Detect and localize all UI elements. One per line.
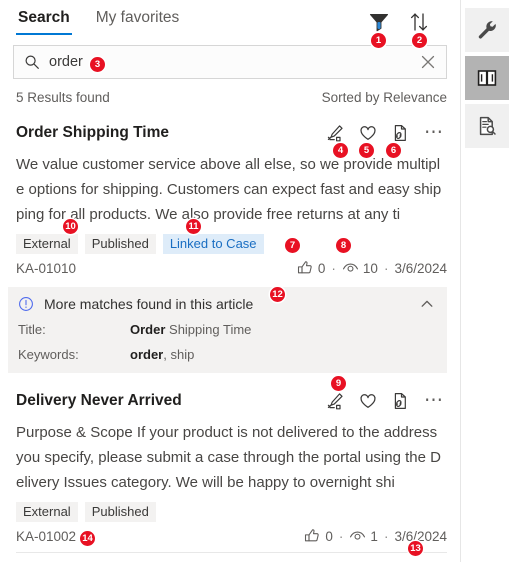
article-card: Delivery Never Arrived ⋯ Purpose & Scope… [0, 387, 460, 544]
article-snippet: We value customer service above all else… [16, 156, 442, 223]
match-label: Title: [18, 322, 46, 337]
rail-knowledge[interactable] [464, 56, 509, 100]
filter-icon[interactable] [367, 10, 391, 34]
tag-linked-to-case: Linked to Case [162, 234, 264, 254]
more-matches-title: More matches found in this article [44, 296, 254, 312]
views-count: 10 [362, 260, 378, 276]
annotation-badge-7: 7 [285, 238, 300, 253]
match-rest: Shipping Time [165, 322, 252, 337]
chevron-up-icon[interactable] [419, 296, 435, 312]
annotation-badge-2: 2 [412, 33, 427, 48]
more-matches-header[interactable]: More matches found in this article [18, 296, 435, 312]
search-results-pane: Search My favorites order 5 Results foun… [0, 0, 460, 562]
copy-link-icon[interactable] [390, 123, 410, 143]
tag-published: Published [84, 502, 156, 522]
thumbs-up-icon [297, 260, 314, 276]
annotation-badge-13: 13 [408, 541, 423, 556]
article-date: 3/6/2024 [394, 260, 447, 276]
heart-icon[interactable] [358, 123, 378, 143]
close-icon[interactable] [418, 52, 438, 72]
annotation-badge-8: 8 [336, 238, 351, 253]
views-count: 1 [370, 528, 378, 544]
match-value: Order Shipping Time [130, 322, 251, 337]
results-summary: 5 Results found Sorted by Relevance [16, 90, 447, 105]
article-tags: External Published [16, 502, 447, 522]
link-article-icon[interactable] [326, 391, 346, 411]
tag-external: External [16, 234, 78, 254]
stat-separator: · [338, 528, 344, 544]
tab-my-favorites[interactable]: My favorites [94, 0, 182, 35]
annotation-badge-9: 9 [331, 376, 346, 391]
sort-label[interactable]: Sorted by Relevance [322, 90, 447, 105]
rail-search-docs[interactable] [464, 104, 509, 148]
views-icon [342, 260, 359, 276]
search-icon [24, 54, 40, 70]
article-actions: ⋯ [326, 391, 447, 411]
stat-separator: · [331, 260, 336, 276]
match-highlight: order [130, 347, 164, 362]
article-id[interactable]: KA-01002 [16, 529, 76, 544]
article-stats: 0 · 10 · 3/6/2024 [297, 260, 447, 276]
results-count: 5 Results found [16, 90, 110, 105]
link-article-icon[interactable] [326, 123, 346, 143]
tab-search[interactable]: Search [16, 0, 72, 35]
knowledge-search-panel: Search My favorites order 5 Results foun… [0, 0, 512, 562]
article-tags: External Published Linked to Case [16, 234, 447, 254]
annotation-badge-14: 14 [80, 531, 95, 546]
annotation-badge-5: 5 [359, 143, 374, 158]
views-icon [349, 528, 366, 544]
article-meta: KA-01010 0 · 10 · 3/6/2024 [16, 260, 447, 276]
sort-icon[interactable] [407, 10, 431, 34]
search-value: order [49, 54, 83, 70]
article-title[interactable]: Delivery Never Arrived [16, 392, 182, 410]
search-input[interactable]: order [13, 45, 447, 79]
match-value: order, ship [130, 347, 194, 362]
document-search-icon [479, 116, 496, 136]
annotation-badge-12: 12 [270, 287, 285, 302]
annotation-badge-10: 10 [63, 219, 78, 234]
article-actions: ⋯ [326, 123, 447, 143]
article-title[interactable]: Order Shipping Time [16, 124, 169, 142]
annotation-badge-6: 6 [386, 143, 401, 158]
stat-separator: · [383, 260, 389, 276]
annotation-badge-4: 4 [333, 143, 348, 158]
match-highlight: Order [130, 322, 166, 337]
annotation-badge-1: 1 [371, 33, 386, 48]
match-row-title: Title: Order Shipping Time [18, 322, 435, 337]
match-rest: , ship [163, 347, 195, 362]
match-label: Keywords: [18, 347, 79, 362]
wrench-icon [478, 21, 496, 39]
thumbs-up-icon [304, 528, 321, 544]
tab-bar: Search My favorites [0, 0, 460, 42]
info-circle-icon [18, 296, 34, 312]
tag-external: External [16, 502, 78, 522]
likes-count: 0 [317, 260, 326, 276]
tag-published: Published [84, 234, 156, 254]
article-date: 3/6/2024 [394, 528, 447, 544]
copy-link-icon[interactable] [390, 391, 410, 411]
article-header: Delivery Never Arrived ⋯ [16, 387, 447, 415]
more-options-icon[interactable]: ⋯ [422, 123, 445, 142]
article-header: Order Shipping Time ⋯ [16, 119, 447, 147]
annotation-badge-3: 3 [90, 57, 105, 72]
annotation-badge-11: 11 [186, 219, 201, 234]
stat-separator: · [383, 528, 389, 544]
right-rail [460, 0, 512, 562]
list-divider [16, 552, 447, 553]
rail-tools[interactable] [464, 8, 509, 52]
article-stats: 0 · 1 · 3/6/2024 [304, 528, 447, 544]
heart-icon[interactable] [358, 391, 378, 411]
more-options-icon[interactable]: ⋯ [422, 391, 445, 410]
book-icon [477, 70, 496, 86]
article-snippet: Purpose & Scope If your product is not d… [16, 424, 441, 491]
likes-count: 0 [325, 528, 333, 544]
match-row-keywords: Keywords: order, ship [18, 347, 435, 362]
more-matches-panel: More matches found in this article Title… [8, 287, 447, 373]
article-id[interactable]: KA-01010 [16, 261, 76, 276]
